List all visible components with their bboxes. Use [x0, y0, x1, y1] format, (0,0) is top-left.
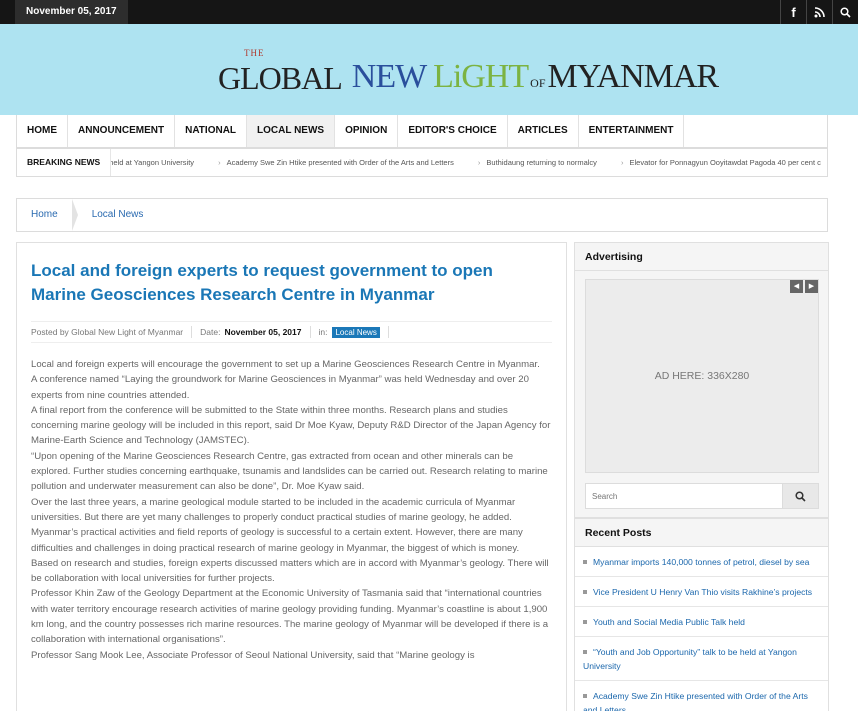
breadcrumb: Home Local News — [16, 198, 828, 232]
ad-placeholder[interactable]: ◀ ▶ AD HERE: 336X280 — [585, 279, 819, 473]
article-paragraph: Local and foreign experts will encourage… — [31, 359, 540, 370]
nav-national[interactable]: NATIONAL — [175, 115, 248, 147]
current-date: November 05, 2017 — [15, 0, 128, 24]
recent-post-link[interactable]: Vice President U Henry Van Thio visits R… — [593, 587, 812, 597]
breadcrumb-local-news[interactable]: Local News — [78, 199, 158, 231]
nav-articles[interactable]: ARTICLES — [508, 115, 579, 147]
ad-text: AD HERE: 336X280 — [654, 370, 750, 382]
nav-local-news[interactable]: LOCAL NEWS — [247, 115, 336, 147]
breaking-item[interactable]: Academy Swe Zin Htike presented with Ord… — [227, 158, 454, 167]
recent-post[interactable]: Myanmar imports 140,000 tonnes of petrol… — [575, 547, 828, 577]
search-icon — [795, 490, 806, 502]
breaking-news-ticker: e held at Yangon University › Academy Swe… — [103, 149, 827, 176]
top-bar: November 05, 2017 f — [0, 0, 858, 24]
site-header: THE GLOBAL NEW LiGHT OF MYANMAR — [0, 24, 858, 115]
bullet-icon — [583, 560, 587, 565]
social-links: f — [780, 0, 858, 24]
chevron-right-icon: › — [218, 158, 221, 167]
recent-posts-widget: Recent Posts Myanmar imports 140,000 ton… — [574, 518, 829, 711]
bullet-icon — [583, 650, 587, 655]
recent-post[interactable]: “Youth and Job Opportunity” talk to be h… — [575, 637, 828, 681]
breaking-item[interactable]: Elevator for Ponnagyun Ooyitawdat Pagoda… — [630, 158, 821, 167]
nav-opinion[interactable]: OPINION — [335, 115, 399, 147]
chevron-right-icon: › — [477, 158, 481, 167]
breaking-item[interactable]: e held at Yangon University — [103, 158, 194, 167]
recent-post-link[interactable]: “Youth and Job Opportunity” talk to be h… — [583, 647, 797, 671]
article-body: Local and foreign experts will encourage… — [31, 357, 555, 663]
recent-post-link[interactable]: Myanmar imports 140,000 tonnes of petrol… — [593, 557, 809, 567]
article-paragraph: A final report from the conference will … — [31, 404, 551, 447]
article-paragraph: Over the last three years, a marine geol… — [31, 496, 516, 523]
breadcrumb-home[interactable]: Home — [17, 199, 72, 231]
article-paragraph: Professor Khin Zaw of the Geology Depart… — [31, 588, 549, 646]
meta-divider — [191, 326, 193, 338]
nav-editors-choice[interactable]: EDITOR'S CHOICE — [398, 115, 508, 147]
advertising-title: Advertising — [575, 243, 828, 271]
logo-light: LiGHT — [433, 58, 529, 95]
logo-the: THE — [244, 48, 265, 58]
category-tag[interactable]: Local News — [332, 326, 380, 338]
article-paragraph: Professor Sang Mook Lee, Associate Profe… — [31, 649, 475, 661]
logo-global: GLOBAL — [218, 60, 343, 96]
article-paragraph: A conference named “Laying the groundwor… — [31, 374, 529, 401]
rss-icon[interactable] — [806, 0, 832, 24]
meta-divider — [387, 326, 389, 338]
nav-entertainment[interactable]: ENTERTAINMENT — [579, 115, 685, 147]
breaking-news-bar: BREAKING NEWS e held at Yangon Universit… — [16, 148, 828, 177]
recent-post-link[interactable]: Academy Swe Zin Htike presented with Ord… — [583, 691, 808, 711]
bullet-icon — [583, 590, 587, 595]
breaking-news-label: BREAKING NEWS — [17, 149, 112, 176]
category-label: in: — [318, 327, 328, 337]
breaking-item[interactable]: Buthidaung returning to normalcy — [486, 158, 596, 167]
article: Local and foreign experts to request gov… — [16, 242, 567, 711]
article-author[interactable]: Posted by Global New Light of Myanmar — [31, 327, 183, 337]
site-logo[interactable]: THE GLOBAL NEW LiGHT OF MYANMAR — [218, 48, 720, 96]
logo-new: NEW — [351, 58, 434, 95]
search-icon[interactable] — [832, 0, 858, 24]
recent-post[interactable]: Youth and Social Media Public Talk held — [575, 607, 828, 637]
article-meta: Posted by Global New Light of Myanmar Da… — [31, 321, 552, 343]
recent-post[interactable]: Vice President U Henry Van Thio visits R… — [575, 577, 828, 607]
search-button[interactable] — [783, 483, 819, 509]
article-title: Local and foreign experts to request gov… — [31, 261, 493, 304]
article-paragraph: Based on research and studies, foreign e… — [31, 557, 549, 585]
nav-home[interactable]: HOME — [17, 115, 68, 147]
article-paragraph: Myanmar’s practical activities and field… — [31, 527, 523, 554]
logo-myanmar: MYANMAR — [547, 58, 720, 95]
recent-post[interactable]: Academy Swe Zin Htike presented with Ord… — [575, 681, 828, 711]
logo-newlight: NEW LiGHT — [351, 58, 529, 95]
bullet-icon — [583, 694, 587, 699]
recent-post-link[interactable]: Youth and Social Media Public Talk held — [593, 617, 745, 627]
date-label: Date: — [200, 327, 221, 337]
main-nav: HOME ANNOUNCEMENT NATIONAL LOCAL NEWS OP… — [16, 115, 828, 148]
article-date: November 05, 2017 — [224, 327, 302, 337]
facebook-icon[interactable]: f — [780, 0, 806, 24]
bullet-icon — [583, 620, 587, 625]
article-paragraph: “Upon opening of the Marine Geosciences … — [31, 450, 548, 493]
advertising-widget: Advertising ◀ ▶ AD HERE: 336X280 — [574, 242, 829, 518]
recent-posts-title: Recent Posts — [575, 519, 828, 547]
chevron-right-icon: › — [621, 158, 624, 167]
search-input[interactable] — [585, 483, 783, 509]
nav-announcement[interactable]: ANNOUNCEMENT — [68, 115, 176, 147]
logo-of: OF — [530, 76, 546, 90]
sidebar-search — [585, 483, 819, 509]
meta-divider — [309, 326, 311, 338]
